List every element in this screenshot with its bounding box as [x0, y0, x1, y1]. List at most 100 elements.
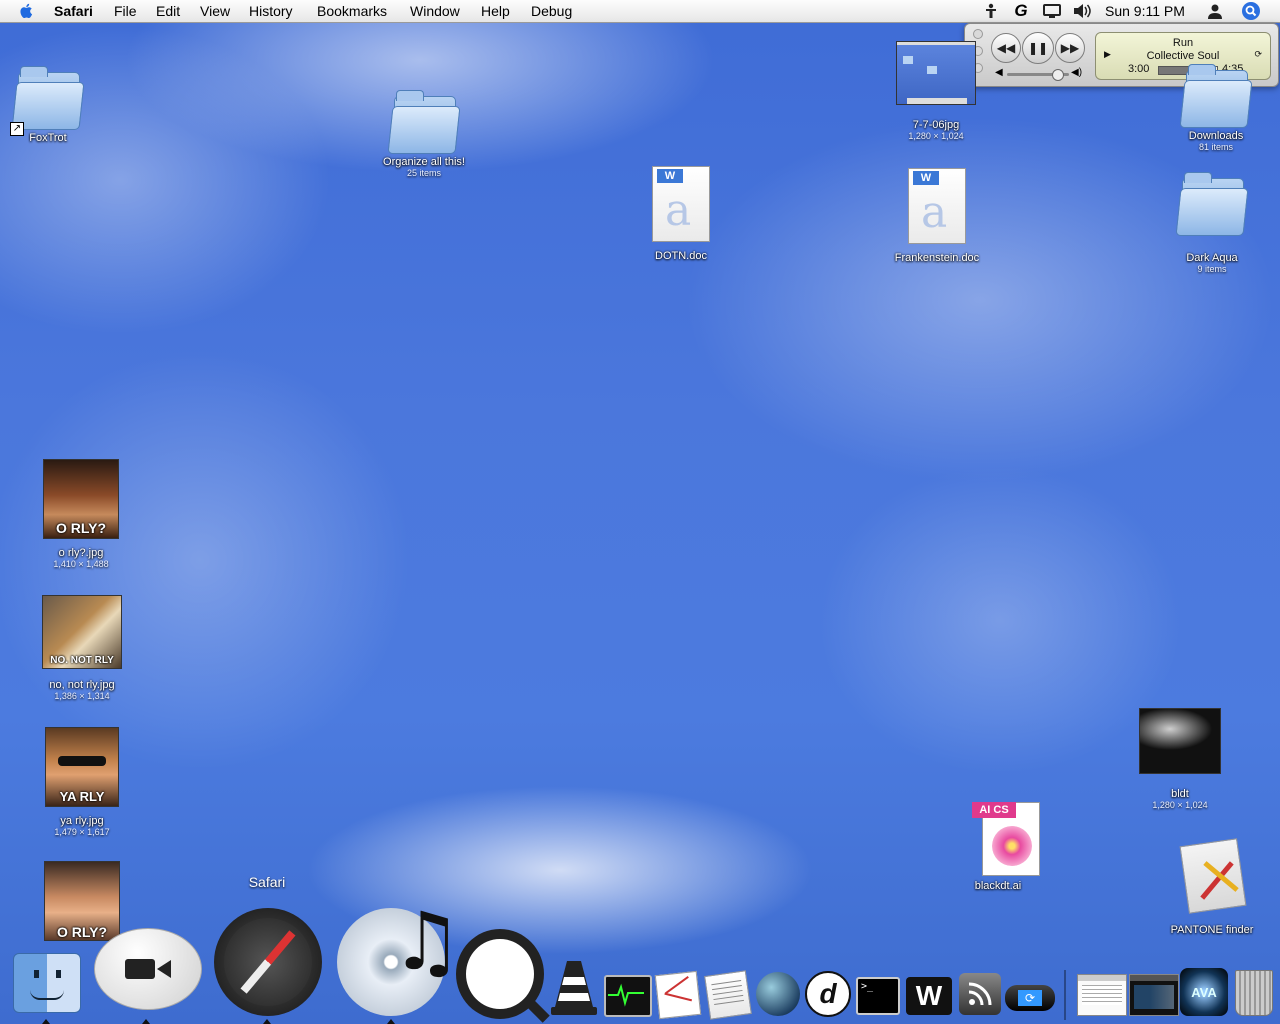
dock-terminal[interactable]: >_ [854, 974, 902, 1018]
dock-minimized-window-2[interactable] [1128, 972, 1180, 1018]
desktop-icon-dark-aqua[interactable]: Dark Aqua 9 items [1170, 168, 1254, 274]
video-chat-icon [94, 928, 202, 1010]
menu-edit[interactable]: Edit [156, 3, 180, 19]
dock-safari[interactable] [212, 906, 324, 1018]
rss-icon [959, 973, 1001, 1015]
elapsed-time: 3:00 [1128, 63, 1150, 75]
flower-icon [992, 826, 1032, 866]
icon-label: DOTN.doc [655, 250, 707, 262]
menu-view[interactable]: View [200, 3, 230, 19]
dock-separator [1064, 970, 1066, 1020]
volume-slider[interactable] [1007, 69, 1069, 81]
folder-icon [387, 86, 461, 156]
icon-info: 1,280 × 1,024 [1152, 800, 1208, 810]
fast-forward-button[interactable]: ▶▶ [1055, 33, 1085, 63]
pause-button[interactable]: ❚❚ [1022, 32, 1054, 64]
desktop-icon-no-not-rly[interactable]: NO. NOT RLY no, not rly.jpg 1,386 × 1,31… [38, 595, 126, 701]
icon-info: 81 items [1198, 142, 1233, 152]
spotlight-icon[interactable] [1240, 2, 1262, 20]
itunes-icon: ♫ [337, 902, 463, 1016]
desktop-icon-o-rly[interactable]: O RLY? o rly?.jpg 1,410 × 1,488 [40, 459, 122, 569]
desktop-icon-7-7-06[interactable]: 7-7-06jpg 1,280 × 1,024 [890, 41, 982, 141]
desktop-icon-bldt[interactable]: bldt 1,280 × 1,024 [1136, 708, 1224, 810]
desktop-icon-dotn[interactable]: Wa DOTN.doc [640, 166, 722, 262]
dock-audio-hijack[interactable]: AVA [1178, 966, 1230, 1018]
growl-icon[interactable]: G [1012, 1, 1030, 20]
menu-bookmarks[interactable]: Bookmarks [317, 3, 387, 19]
globe-icon [756, 972, 800, 1016]
alias-arrow-icon: ↗ [10, 122, 24, 136]
dock-activity-monitor[interactable] [604, 974, 652, 1018]
finder-icon [13, 953, 81, 1013]
menu-history[interactable]: History [249, 3, 293, 19]
volume-low-icon: ◀ [995, 67, 1003, 78]
apple-menu-icon[interactable] [18, 2, 36, 20]
word-document-icon: Wa [652, 166, 710, 242]
icon-label: blackdt.ai [974, 880, 1022, 892]
icon-info: 1,280 × 1,024 [908, 131, 964, 141]
volume-icon[interactable] [1072, 2, 1092, 20]
menu-window[interactable]: Window [410, 3, 460, 19]
dock-minimized-window-1[interactable] [1076, 972, 1128, 1018]
dock-dreamweaver[interactable]: d [804, 970, 852, 1018]
dock-quicktime[interactable] [456, 929, 550, 1023]
vlc-cone-icon [551, 961, 597, 1015]
desktop-icon-frankenstein[interactable]: Wa Frankenstein.doc [888, 168, 986, 264]
menu-debug[interactable]: Debug [531, 3, 572, 19]
thumbnail-caption: YA RLY [59, 789, 105, 804]
dock-rss[interactable] [956, 970, 1004, 1018]
w-logo-icon: W [906, 977, 952, 1015]
display-icon[interactable] [1042, 2, 1062, 20]
rewind-button[interactable]: ◀◀ [991, 33, 1021, 63]
icon-label: bldt [1171, 788, 1189, 800]
user-icon[interactable] [1206, 2, 1224, 20]
desktop-icon-organize[interactable]: Organize all this! 25 items [376, 86, 472, 178]
running-indicator [42, 1019, 50, 1024]
icon-label: ya rly.jpg [60, 815, 104, 827]
menu-app-safari[interactable]: Safari [54, 3, 93, 19]
image-thumbnail: NO. NOT RLY [42, 595, 122, 669]
menu-file[interactable]: File [114, 3, 137, 19]
dreamweaver-icon: d [805, 971, 851, 1017]
icon-label: Dark Aqua [1186, 252, 1238, 264]
terminal-icon: >_ [856, 977, 900, 1015]
dock-psp[interactable]: ⟳ [1004, 978, 1056, 1018]
icon-label: no, not rly.jpg [49, 679, 115, 691]
textedit-icon [704, 970, 752, 1020]
desktop-icon-ya-rly[interactable]: YA RLY ya rly.jpg 1,479 × 1,617 [42, 727, 122, 837]
menu-clock[interactable]: Sun 9:11 PM [1105, 3, 1185, 19]
dock: Safari ♫ d >_ W ⟳ AVA [0, 874, 1280, 1024]
menu-help[interactable]: Help [481, 3, 510, 19]
accessibility-icon[interactable] [982, 2, 1000, 20]
dock-script-editor[interactable] [654, 970, 702, 1020]
dock-vlc[interactable] [548, 956, 600, 1018]
dock-textedit[interactable] [704, 970, 752, 1020]
volume-slider-knob[interactable] [1051, 69, 1064, 81]
dock-trash[interactable] [1232, 968, 1276, 1018]
folder-icon [1175, 168, 1249, 238]
ai-badge: AI CS [972, 802, 1016, 818]
trash-icon [1235, 970, 1273, 1016]
prev-display-icon[interactable]: ▶ [1104, 49, 1111, 60]
quicktime-icon [456, 929, 550, 1023]
close-button[interactable] [973, 29, 983, 39]
safari-compass-icon [214, 908, 322, 1016]
icon-info: 1,410 × 1,488 [53, 559, 109, 569]
dock-camino[interactable] [754, 970, 802, 1018]
thumbnail-caption: O RLY? [55, 520, 107, 536]
activity-monitor-icon [604, 975, 652, 1017]
script-editor-icon [654, 970, 702, 1020]
desktop-icon-foxtrot[interactable]: ↗ FoxTrot [6, 62, 90, 144]
window-thumbnail-icon [1129, 974, 1179, 1016]
dock-itunes[interactable]: ♫ [334, 902, 463, 1018]
desktop-icon-downloads[interactable]: Downloads 81 items [1174, 60, 1258, 152]
dock-ichat[interactable] [92, 920, 204, 1018]
snapback-icon[interactable]: ⟳ [1254, 49, 1262, 60]
icon-info: 25 items [406, 168, 441, 178]
desktop-icon-blackdt-ai[interactable]: AI CS blackdt.ai [958, 798, 1040, 892]
menu-bar: Safari File Edit View History Bookmarks … [0, 0, 1280, 23]
icon-label: Downloads [1188, 130, 1244, 142]
dock-word-processor[interactable]: W [904, 974, 954, 1018]
icon-label: 7-7-06jpg [912, 119, 960, 131]
dock-finder[interactable] [12, 948, 82, 1018]
